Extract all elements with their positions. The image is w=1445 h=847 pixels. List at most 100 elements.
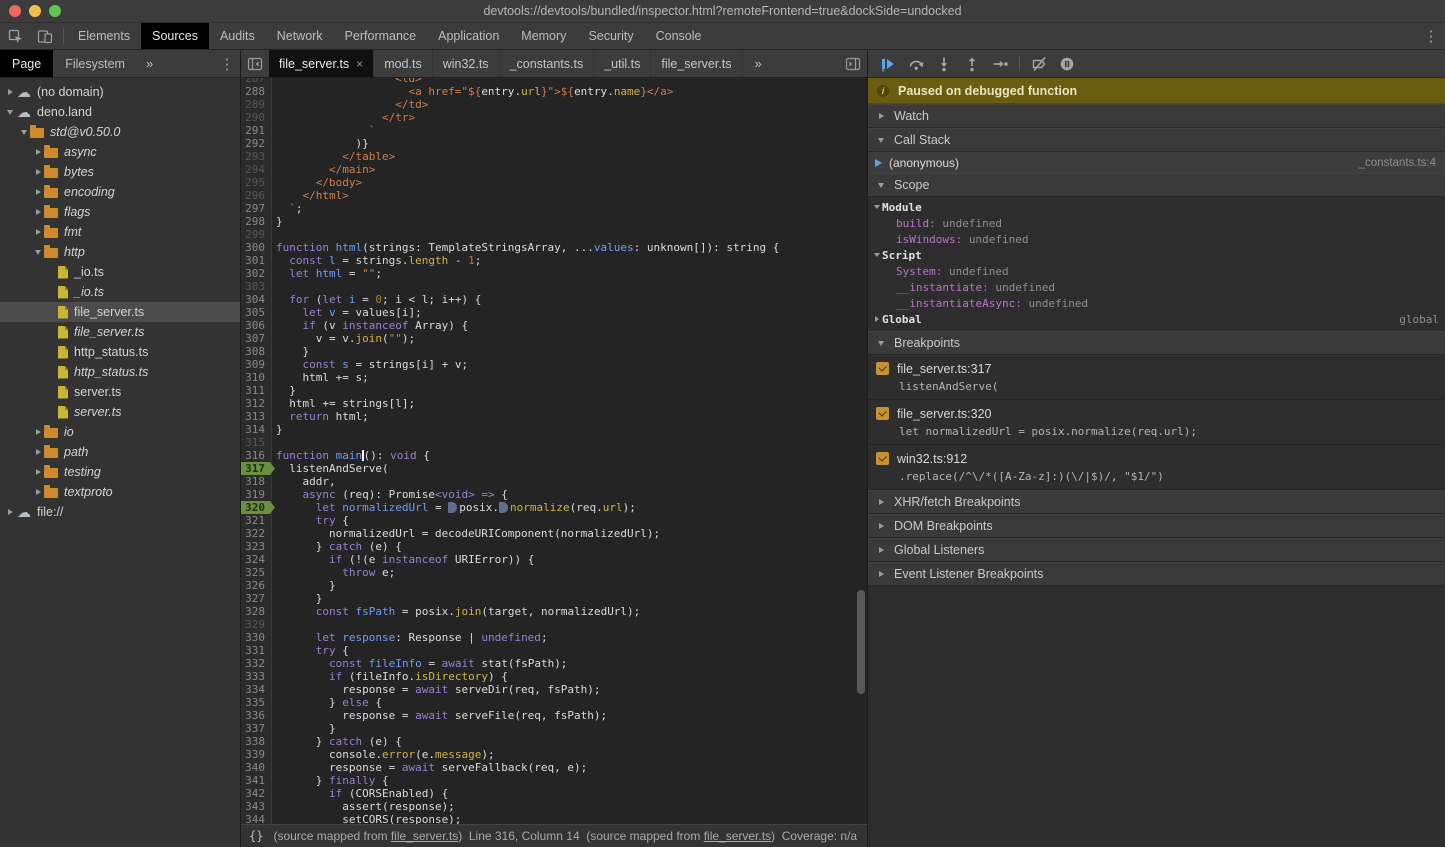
code-text[interactable]	[271, 280, 276, 293]
code-text[interactable]	[271, 436, 276, 449]
line-number[interactable]: 320	[241, 501, 271, 514]
code-text[interactable]: let normalizedUrl = posix.normalize(req.…	[271, 501, 636, 514]
line-number[interactable]: 316	[241, 449, 271, 462]
scope-group-module[interactable]: Module	[868, 199, 1445, 215]
tab-security[interactable]: Security	[577, 23, 644, 49]
editor-scrollbar[interactable]	[857, 590, 865, 694]
line-number[interactable]: 332	[241, 657, 271, 670]
line-number[interactable]: 323	[241, 540, 271, 553]
code-text[interactable]: } else {	[271, 696, 382, 709]
code-text[interactable]: const l = strings.length - 1;	[271, 254, 481, 267]
tree-item-bytes[interactable]: bytes	[0, 162, 240, 182]
line-number[interactable]: 287	[241, 78, 271, 85]
navigator-tab-filesystem[interactable]: Filesystem	[53, 50, 137, 77]
code-text[interactable]: response = await serveFallback(req, e);	[271, 761, 587, 774]
source-map-link[interactable]: file_server.ts	[704, 829, 771, 843]
line-number[interactable]: 295	[241, 176, 271, 189]
tree-item-encoding[interactable]: encoding	[0, 182, 240, 202]
scope-variable[interactable]: isWindows: undefined	[868, 231, 1445, 247]
line-number[interactable]: 292	[241, 137, 271, 150]
tree-item-testing[interactable]: testing	[0, 462, 240, 482]
line-number[interactable]: 339	[241, 748, 271, 761]
line-number[interactable]: 334	[241, 683, 271, 696]
deactivate-breakpoints-icon[interactable]	[1025, 50, 1053, 77]
breakpoint-checkbox[interactable]	[876, 407, 889, 420]
tab-performance[interactable]: Performance	[334, 23, 428, 49]
code-text[interactable]: const s = strings[i] + v;	[271, 358, 468, 371]
disclosure-triangle[interactable]	[32, 469, 44, 475]
line-number[interactable]: 296	[241, 189, 271, 202]
code-text[interactable]: console.error(e.message);	[271, 748, 495, 761]
tab-audits[interactable]: Audits	[209, 23, 266, 49]
disclosure-triangle[interactable]	[32, 229, 44, 235]
line-number[interactable]: 299	[241, 228, 271, 241]
disclosure-triangle[interactable]	[32, 449, 44, 455]
close-tab-icon[interactable]: ×	[356, 57, 363, 71]
line-number[interactable]: 304	[241, 293, 271, 306]
line-number[interactable]: 338	[241, 735, 271, 748]
tree-item-no-domain[interactable]: ☁(no domain)	[0, 82, 240, 102]
line-number[interactable]: 327	[241, 592, 271, 605]
pause-on-exceptions-icon[interactable]	[1053, 50, 1081, 77]
line-number[interactable]: 298	[241, 215, 271, 228]
breakpoint-entry[interactable]: file_server.ts:320let normalizedUrl = po…	[868, 400, 1445, 445]
line-number[interactable]: 341	[241, 774, 271, 787]
tree-item-fmt[interactable]: fmt	[0, 222, 240, 242]
line-number[interactable]: 297	[241, 202, 271, 215]
disclosure-triangle[interactable]	[4, 509, 16, 515]
code-text[interactable]	[271, 618, 276, 631]
line-number[interactable]: 311	[241, 384, 271, 397]
line-number[interactable]: 318	[241, 475, 271, 488]
scope-variable[interactable]: __instantiateAsync: undefined	[868, 295, 1445, 311]
step-out-icon[interactable]	[958, 50, 986, 77]
code-text[interactable]: )}	[271, 137, 369, 150]
code-text[interactable]: let v = values[i];	[271, 306, 422, 319]
section-header-scope[interactable]: Scope	[868, 173, 1445, 197]
line-number[interactable]: 315	[241, 436, 271, 449]
code-text[interactable]: try {	[271, 644, 349, 657]
code-text[interactable]: }	[271, 215, 283, 228]
line-number[interactable]: 331	[241, 644, 271, 657]
call-stack-frame[interactable]: (anonymous)_constants.ts:4	[868, 152, 1445, 173]
close-window-button[interactable]	[9, 5, 21, 17]
code-text[interactable]: try {	[271, 514, 349, 527]
code-text[interactable]: }	[271, 722, 336, 735]
code-text[interactable]: setCORS(response);	[271, 813, 461, 824]
code-text[interactable]: `	[271, 124, 375, 137]
code-text[interactable]: html += strings[l];	[271, 397, 415, 410]
code-text[interactable]: assert(response);	[271, 800, 455, 813]
show-debugger-panel-icon[interactable]	[839, 50, 867, 77]
tree-item-flags[interactable]: flags	[0, 202, 240, 222]
tree-item-io-ts[interactable]: _io.ts	[0, 262, 240, 282]
section-header-breakpoints[interactable]: Breakpoints	[868, 331, 1445, 355]
code-text[interactable]: }	[271, 384, 296, 397]
line-number[interactable]: 310	[241, 371, 271, 384]
code-text[interactable]: const fsPath = posix.join(target, normal…	[271, 605, 640, 618]
code-text[interactable]: `;	[271, 202, 303, 215]
code-text[interactable]: </table>	[271, 150, 395, 163]
tree-item-server-ts[interactable]: server.ts	[0, 382, 240, 402]
code-text[interactable]: </html>	[271, 189, 349, 202]
code-text[interactable]: let response: Response | undefined;	[271, 631, 548, 644]
line-number[interactable]: 306	[241, 319, 271, 332]
code-text[interactable]: normalizedUrl = decodeURIComponent(norma…	[271, 527, 660, 540]
line-number[interactable]: 303	[241, 280, 271, 293]
line-number[interactable]: 329	[241, 618, 271, 631]
line-number[interactable]: 317	[241, 462, 271, 475]
code-text[interactable]: function main(): void {	[271, 449, 430, 462]
code-text[interactable]: v = v.join("");	[271, 332, 415, 345]
line-number[interactable]: 300	[241, 241, 271, 254]
source-map-link[interactable]: file_server.ts	[391, 829, 458, 843]
scope-group-script[interactable]: Script	[868, 247, 1445, 263]
section-header-call-stack[interactable]: Call Stack	[868, 128, 1445, 152]
line-number[interactable]: 321	[241, 514, 271, 527]
tree-item-deno-land[interactable]: ☁deno.land	[0, 102, 240, 122]
line-number[interactable]: 330	[241, 631, 271, 644]
disclosure-triangle[interactable]	[18, 130, 30, 135]
line-number[interactable]: 325	[241, 566, 271, 579]
section-header-global-listeners[interactable]: Global Listeners	[868, 538, 1445, 562]
code-text[interactable]: if (v instanceof Array) {	[271, 319, 468, 332]
disclosure-triangle[interactable]	[32, 209, 44, 215]
disclosure-triangle[interactable]	[32, 250, 44, 255]
editor-tab-mod-ts[interactable]: mod.ts	[374, 50, 433, 77]
